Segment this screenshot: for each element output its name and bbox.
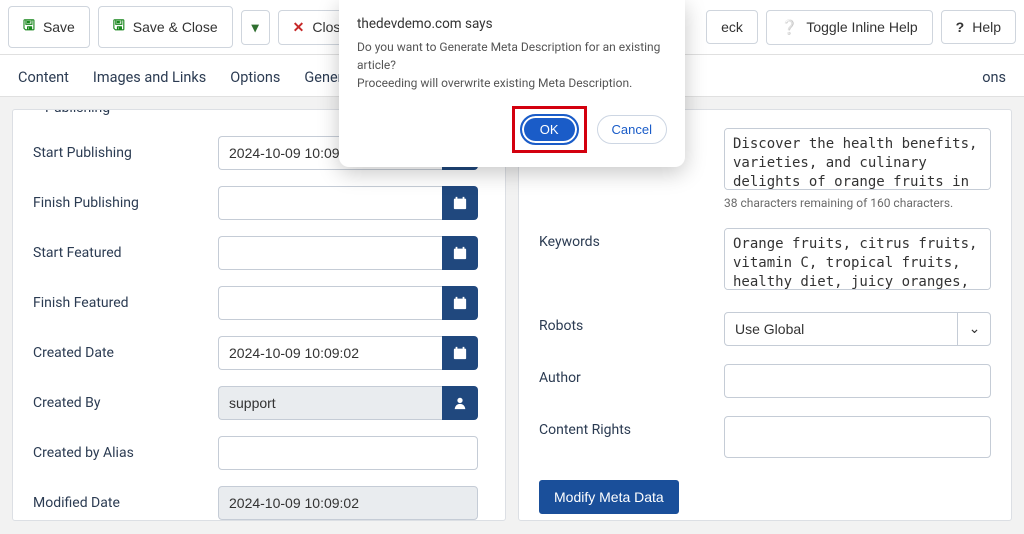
save-close-label: Save & Close xyxy=(133,19,218,35)
created-by-alias-input[interactable] xyxy=(218,436,478,470)
save-icon: 🖫 xyxy=(113,15,125,39)
close-icon: ✕ xyxy=(293,19,305,36)
calendar-icon[interactable] xyxy=(442,186,478,220)
save-label: Save xyxy=(43,19,75,35)
modified-date-label: Modified Date xyxy=(33,495,218,511)
user-icon[interactable] xyxy=(442,386,478,420)
start-featured-input[interactable] xyxy=(218,236,442,270)
meta-panel: Meta Description 38 characters remaining… xyxy=(518,109,1012,521)
robots-select[interactable]: Use Global xyxy=(724,312,991,346)
keywords-input[interactable] xyxy=(724,228,991,290)
help-icon: ❔ xyxy=(781,19,798,36)
finish-featured-label: Finish Featured xyxy=(33,295,218,311)
save-button[interactable]: 🖫 Save xyxy=(8,6,90,48)
tab-options[interactable]: Options xyxy=(228,65,282,90)
dialog-ok-button[interactable]: OK xyxy=(520,114,579,145)
robots-label: Robots xyxy=(539,312,724,346)
check-button[interactable]: eck xyxy=(706,10,758,44)
start-publishing-label: Start Publishing xyxy=(33,145,218,161)
dialog-message: Do you want to Generate Meta Description… xyxy=(357,38,667,92)
author-label: Author xyxy=(539,364,724,398)
created-by-alias-label: Created by Alias xyxy=(33,445,218,461)
modify-meta-data-button[interactable]: Modify Meta Data xyxy=(539,480,679,514)
meta-description-input[interactable] xyxy=(724,128,991,190)
start-featured-label: Start Featured xyxy=(33,245,218,261)
calendar-icon[interactable] xyxy=(442,286,478,320)
content-rights-label: Content Rights xyxy=(539,416,724,462)
publishing-panel: Publishing Start Publishing Finish Publi… xyxy=(12,109,506,521)
author-input[interactable] xyxy=(724,364,991,398)
save-close-button[interactable]: 🖫 Save & Close xyxy=(98,6,233,48)
dialog-ok-highlight: OK xyxy=(512,106,587,153)
created-date-input[interactable] xyxy=(218,336,442,370)
tab-content[interactable]: Content xyxy=(16,65,71,90)
calendar-icon[interactable] xyxy=(442,236,478,270)
finish-featured-input[interactable] xyxy=(218,286,442,320)
publishing-legend: Publishing xyxy=(37,109,118,116)
modified-date-input xyxy=(218,486,478,520)
dialog-title: thedevdemo.com says xyxy=(357,16,667,32)
finish-publishing-label: Finish Publishing xyxy=(33,195,218,211)
toggle-inline-help-button[interactable]: ❔ Toggle Inline Help xyxy=(766,10,933,45)
calendar-icon[interactable] xyxy=(442,336,478,370)
save-icon: 🖫 xyxy=(23,15,35,39)
help-label: Help xyxy=(972,19,1001,35)
tab-ons[interactable]: ons xyxy=(980,65,1008,90)
keywords-label: Keywords xyxy=(539,228,724,294)
created-date-label: Created Date xyxy=(33,345,218,361)
check-label: eck xyxy=(721,19,743,35)
confirm-dialog: thedevdemo.com says Do you want to Gener… xyxy=(339,0,685,167)
tab-images-links[interactable]: Images and Links xyxy=(91,65,208,90)
dialog-cancel-button[interactable]: Cancel xyxy=(597,115,667,144)
created-by-label: Created By xyxy=(33,395,218,411)
save-dropdown-button[interactable]: ▾ xyxy=(241,10,270,45)
chevron-down-icon: ▾ xyxy=(252,19,259,36)
help-button[interactable]: ? Help xyxy=(941,10,1016,44)
question-icon: ? xyxy=(956,19,965,35)
toggle-help-label: Toggle Inline Help xyxy=(806,19,917,35)
meta-description-remaining: 38 characters remaining of 160 character… xyxy=(724,196,991,210)
finish-publishing-input[interactable] xyxy=(218,186,442,220)
created-by-input[interactable] xyxy=(218,386,442,420)
content-rights-input[interactable] xyxy=(724,416,991,458)
